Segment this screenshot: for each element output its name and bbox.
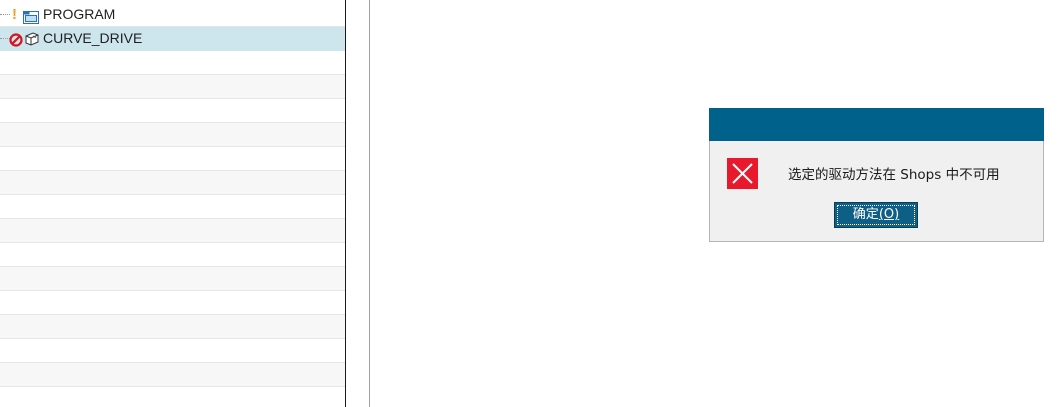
tree-node-curve-drive[interactable]: CURVE_DRIVE [0,27,345,51]
dialog-message: 选定的驱动方法在 Shops 中不可用 [788,167,1000,183]
tree-empty-row [0,315,345,339]
tree-panel-border [345,0,346,407]
screen: ! PROGRAM CURVE_DRIVE 选定的驱动方法在 Shops 中不可… [0,0,1057,407]
ok-button-label: 确定 [852,207,879,222]
tree-empty-row [0,195,345,219]
dialog-titlebar[interactable] [709,108,1044,141]
tree-empty-row [0,51,345,75]
tree-empty-row [0,339,345,363]
ok-button[interactable]: 确定(O) [834,202,918,228]
tree-empty-row [0,387,345,407]
tree-node-label: CURVE_DRIVE [43,30,143,46]
tree-node-label: PROGRAM [43,6,116,22]
warning-icon: ! [12,6,17,23]
tree-empty-row [0,75,345,99]
error-dialog: 选定的驱动方法在 Shops 中不可用 确定(O) [709,108,1044,242]
tree-empty-row [0,243,345,267]
tree-empty-row [0,99,345,123]
tree-empty-row [0,267,345,291]
operation-navigator-tree[interactable]: ! PROGRAM CURVE_DRIVE [0,0,345,407]
tree-empty-row [0,123,345,147]
tree-empty-row [0,171,345,195]
tree-empty-row [0,147,345,171]
tree-node-program[interactable]: ! PROGRAM [0,3,345,27]
ok-button-accelerator: (O) [878,207,900,222]
tree-connector [0,14,10,16]
error-icon [727,158,758,189]
drive-icon [24,31,40,51]
tree-empty-row [0,291,345,315]
forbidden-icon [9,32,23,51]
panel-splitter[interactable] [369,0,370,407]
tree-empty-row [0,219,345,243]
folder-icon [23,9,39,28]
tree-empty-row [0,363,345,387]
